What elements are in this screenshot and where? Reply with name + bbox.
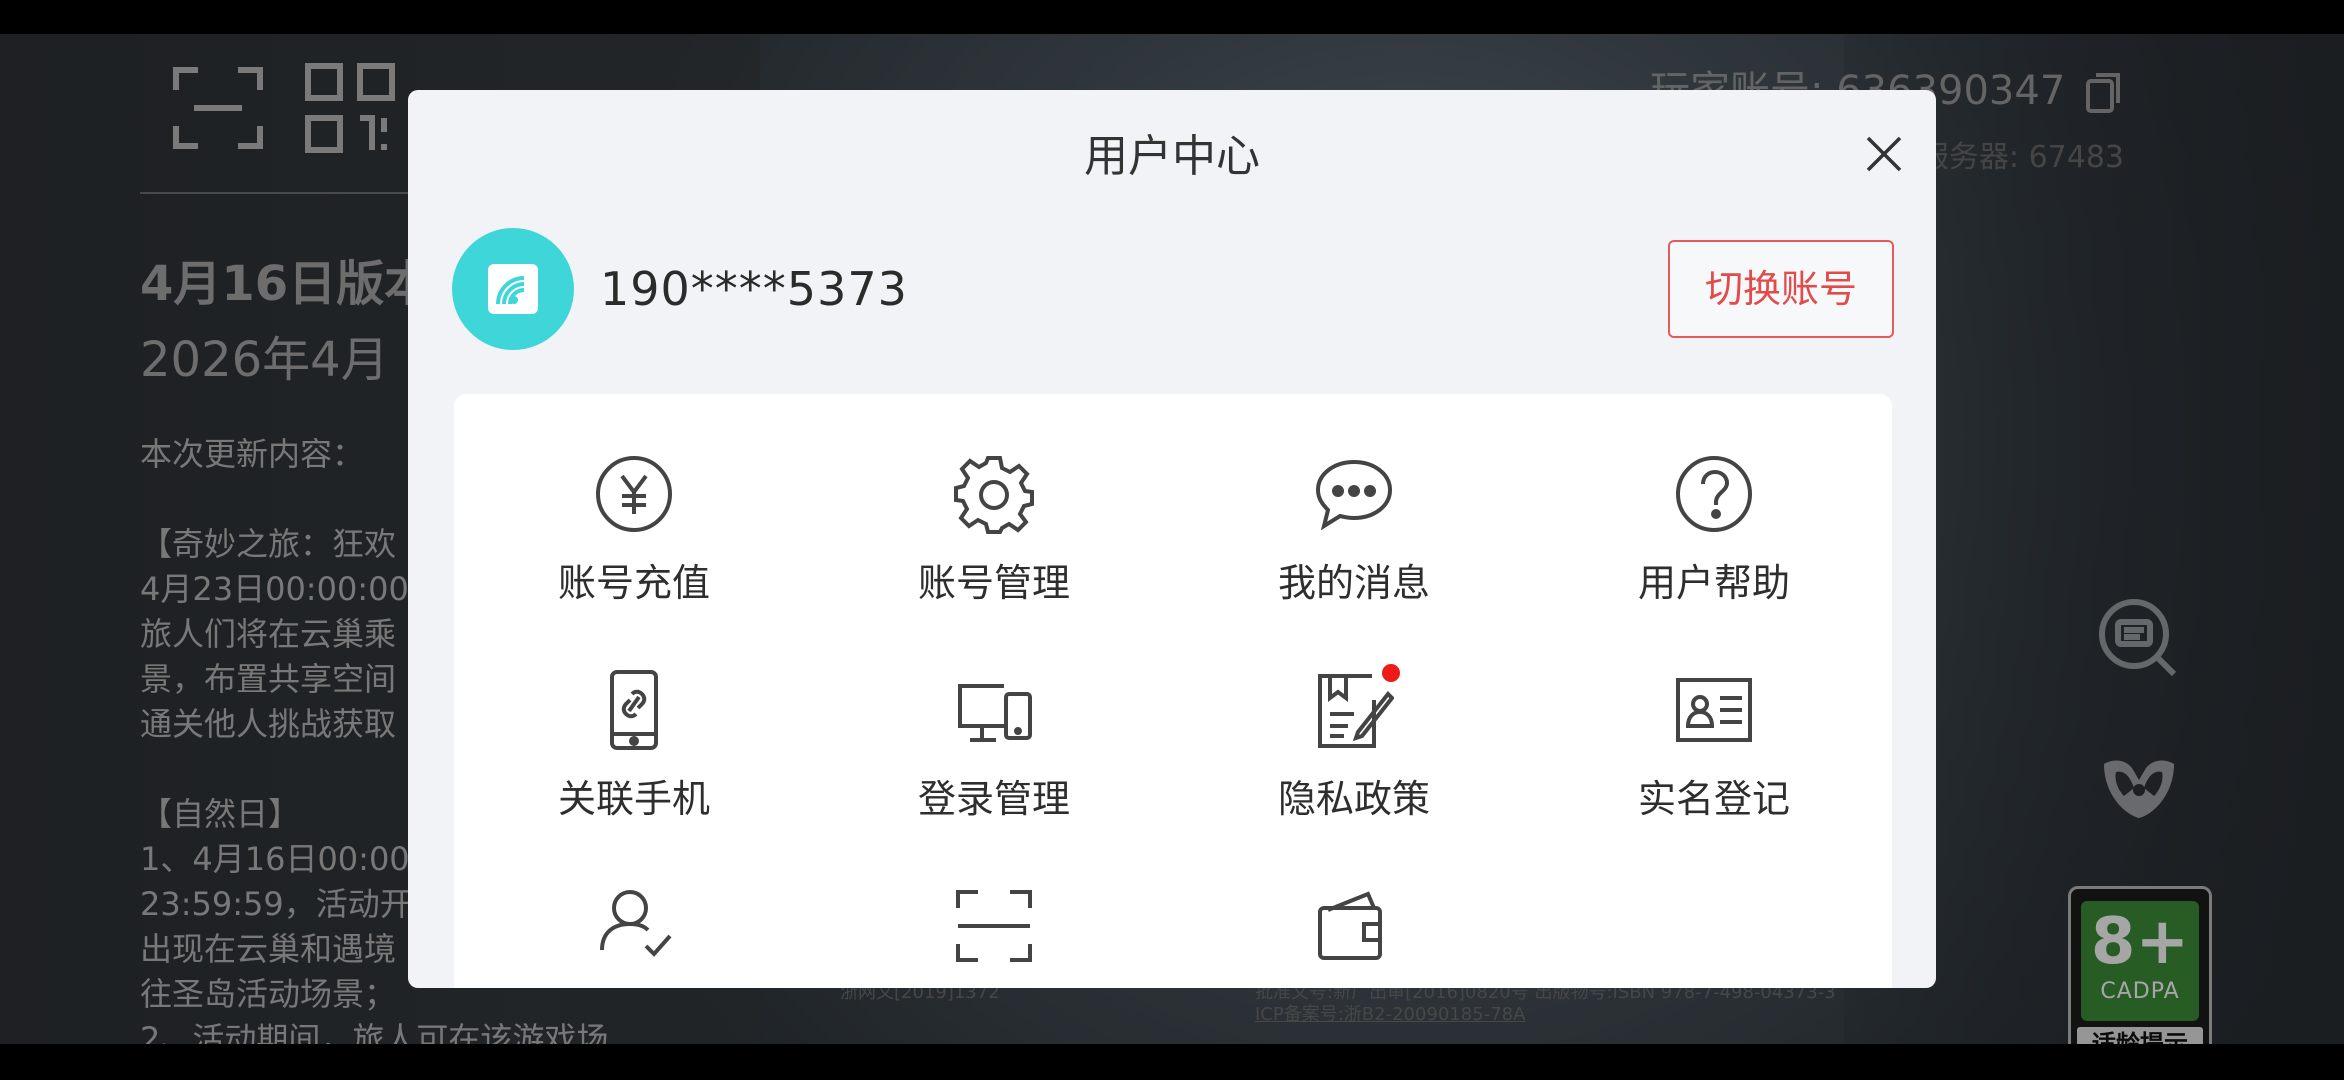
privacy-icon (1318, 674, 1394, 748)
menu-item-user-check[interactable] (454, 886, 814, 984)
devices-icon (958, 684, 1032, 742)
message-icon (1315, 459, 1393, 531)
menu-item-privacy[interactable]: 隐私政策 (1174, 664, 1534, 823)
user-check-icon (600, 890, 672, 957)
menu-item-label: 登录管理 (917, 777, 1070, 821)
menu-item-wallet[interactable] (1174, 886, 1534, 984)
phone-link-icon (610, 670, 658, 750)
wallet-icon (1318, 891, 1382, 960)
menu-panel: 账号充值 账号管理 我的消息 用户帮助 关联手机 登录管理 隐私政策 实名登记 (454, 394, 1892, 988)
switch-account-button[interactable]: 切换账号 (1668, 240, 1894, 338)
menu-item-recharge[interactable]: 账号充值 (454, 454, 814, 607)
menu-item-label: 关联手机 (557, 777, 710, 821)
menu-item-label: 隐私政策 (1277, 777, 1430, 821)
menu-item-login-manage[interactable]: 登录管理 (814, 670, 1174, 823)
account-phone: 190****5373 (600, 262, 908, 316)
close-icon[interactable] (1858, 128, 1910, 180)
menu-item-help[interactable]: 用户帮助 (1534, 454, 1892, 607)
menu-item-link-phone[interactable]: 关联手机 (454, 670, 814, 823)
menu-item-scan[interactable] (814, 886, 1174, 984)
id-card-icon (1676, 678, 1752, 742)
menu-item-label: 账号管理 (917, 561, 1070, 605)
help-icon (1676, 456, 1752, 532)
menu-item-account-manage[interactable]: 账号管理 (814, 454, 1174, 607)
gear-icon (954, 456, 1034, 534)
menu-item-label: 我的消息 (1277, 561, 1430, 605)
scan-icon (956, 890, 1032, 962)
menu-item-label: 账号充值 (557, 561, 710, 605)
user-center-dialog: 用户中心 190****5373 切换账号 账号充值 账号管理 我的消息 用户帮… (408, 90, 1936, 988)
notification-badge (1382, 664, 1400, 682)
yuan-icon (596, 456, 672, 532)
account-logo-icon (488, 264, 538, 314)
menu-item-messages[interactable]: 我的消息 (1174, 454, 1534, 607)
menu-item-label: 用户帮助 (1637, 561, 1790, 605)
menu-item-label: 实名登记 (1637, 777, 1790, 821)
dialog-title: 用户中心 (1084, 131, 1260, 182)
menu-item-realname[interactable]: 实名登记 (1534, 670, 1892, 823)
avatar (452, 228, 574, 350)
